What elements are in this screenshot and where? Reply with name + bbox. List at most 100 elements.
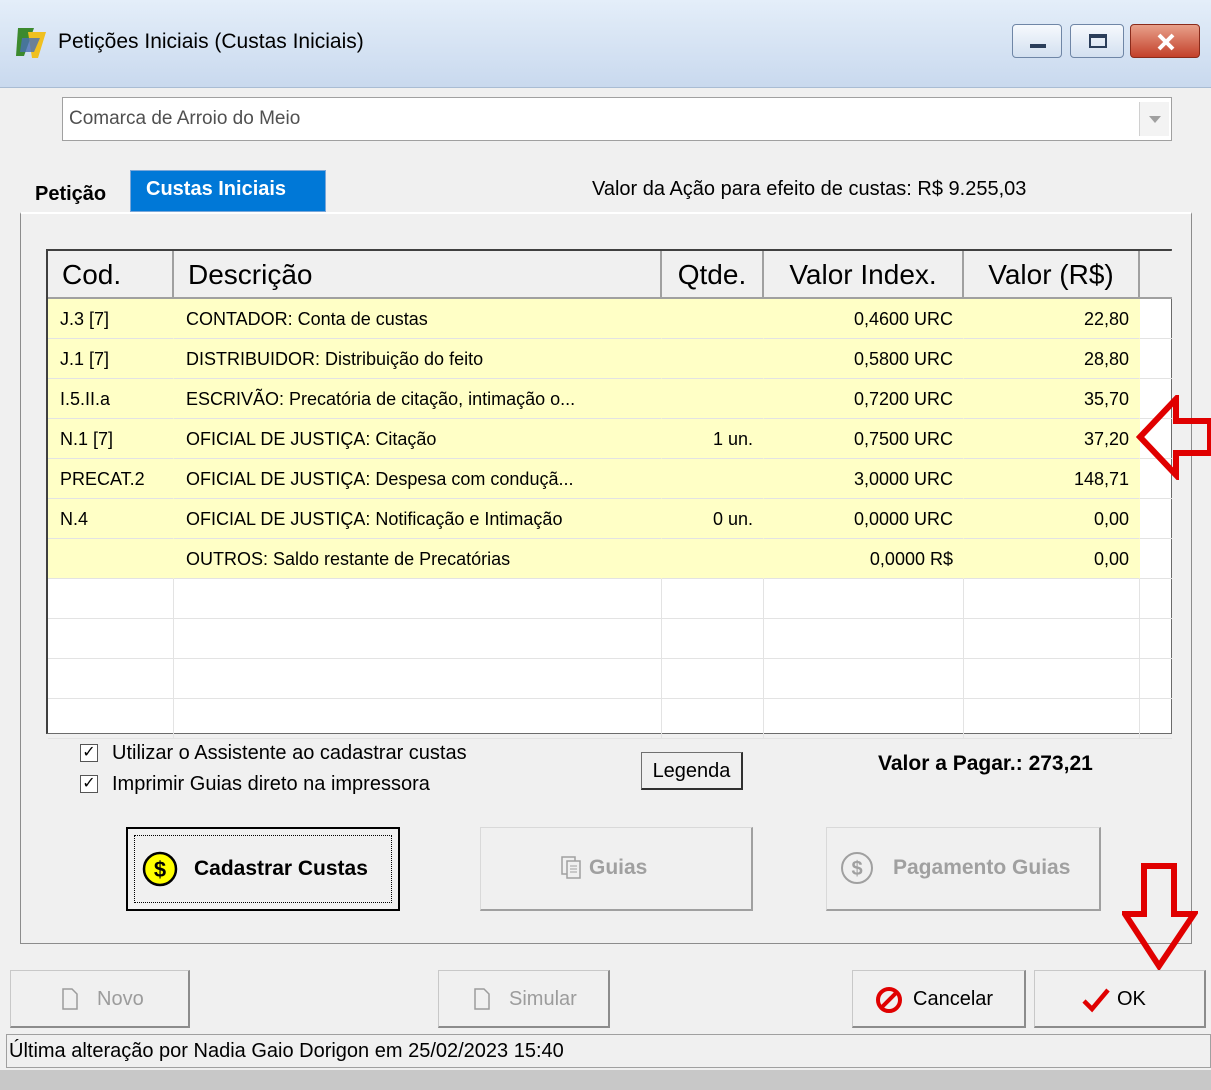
simular-label: Simular xyxy=(509,988,577,1010)
cell-valor: 0,00 xyxy=(964,499,1140,539)
column-header-valor-index[interactable]: Valor Index. xyxy=(764,251,964,299)
tab-custas-iniciais[interactable]: Custas Iniciais xyxy=(130,170,326,212)
novo-label: Novo xyxy=(97,988,144,1010)
cell-cod xyxy=(48,539,174,579)
legenda-button[interactable]: Legenda xyxy=(641,752,743,790)
cell-filler xyxy=(1140,699,1172,739)
cancel-icon xyxy=(876,987,902,1013)
dropdown-button[interactable] xyxy=(1139,102,1169,136)
custas-grid[interactable]: Cod. Descrição Qtde. Valor Index. Valor … xyxy=(46,249,1172,739)
app-icon xyxy=(16,28,46,58)
column-header-qtde[interactable]: Qtde. xyxy=(662,251,764,299)
cell-qtde xyxy=(662,539,764,579)
table-row[interactable] xyxy=(48,579,1172,619)
cell-descricao: OUTROS: Saldo restante de Precatórias xyxy=(174,539,662,579)
cell-qtde xyxy=(662,339,764,379)
cancelar-button[interactable]: Cancelar xyxy=(852,970,1026,1028)
table-row[interactable]: I.5.II.a ESCRIVÃO: Precatória de citação,… xyxy=(48,379,1172,419)
cell-valor-index: 0,0000 R$ xyxy=(764,539,964,579)
cell-valor-index xyxy=(764,659,964,699)
cell-qtde xyxy=(662,379,764,419)
cell-valor-index: 3,0000 URC xyxy=(764,459,964,499)
imprimir-label: Imprimir Guias direto na impressora xyxy=(112,773,430,795)
cadastrar-custas-button[interactable]: $ Cadastrar Custas xyxy=(126,827,400,911)
comarca-select[interactable]: Comarca de Arroio do Meio xyxy=(62,97,1172,141)
cell-valor-index: 0,7200 URC xyxy=(764,379,964,419)
column-header-valor[interactable]: Valor (R$) xyxy=(964,251,1140,299)
check-icon: ✓ xyxy=(82,744,96,761)
novo-button[interactable]: Novo xyxy=(10,970,190,1028)
title-bar[interactable]: Petições Iniciais (Custas Iniciais) xyxy=(0,0,1211,88)
close-button[interactable] xyxy=(1130,24,1200,58)
cancelar-label: Cancelar xyxy=(913,988,994,1010)
window-bottom-edge xyxy=(0,1070,1211,1090)
cell-descricao: OFICIAL DE JUSTIÇA: Citação xyxy=(174,419,662,459)
documents-icon xyxy=(561,856,581,879)
table-row[interactable] xyxy=(48,699,1172,739)
cell-filler xyxy=(1140,659,1172,699)
dollar-coin-icon: $ xyxy=(841,852,873,884)
cell-cod: J.3 [7] xyxy=(48,299,174,339)
cell-valor xyxy=(964,699,1140,739)
cell-valor-index: 0,4600 URC xyxy=(764,299,964,339)
cell-cod: PRECAT.2 xyxy=(48,459,174,499)
guias-label: Guias xyxy=(589,856,648,879)
minimize-button[interactable] xyxy=(1012,24,1062,58)
maximize-button[interactable] xyxy=(1070,24,1124,58)
valor-acao-label: Valor da Ação para efeito de custas: R$ … xyxy=(592,178,1027,200)
assistente-label: Utilizar o Assistente ao cadastrar custa… xyxy=(112,742,467,764)
cell-descricao: ESCRIVÃO: Precatória de citação, intimaç… xyxy=(174,379,662,419)
svg-text:$: $ xyxy=(851,858,862,880)
table-row[interactable]: N.4 OFICIAL DE JUSTIÇA: Notificação e Int… xyxy=(48,499,1172,539)
cell-cod xyxy=(48,579,174,619)
cell-valor: 22,80 xyxy=(964,299,1140,339)
cell-qtde: 0 un. xyxy=(662,499,764,539)
cell-filler xyxy=(1140,339,1172,379)
cell-valor: 148,71 xyxy=(964,459,1140,499)
cell-cod: N.1 [7] xyxy=(48,419,174,459)
assistente-checkbox[interactable]: ✓ xyxy=(80,744,98,762)
table-row[interactable]: N.1 [7] OFICIAL DE JUSTIÇA: Citação 1 un. 0… xyxy=(48,419,1172,459)
cell-valor xyxy=(964,659,1140,699)
cell-descricao: OFICIAL DE JUSTIÇA: Notificação e Intima… xyxy=(174,499,662,539)
table-row[interactable] xyxy=(48,659,1172,699)
cell-qtde xyxy=(662,619,764,659)
simular-button[interactable]: Simular xyxy=(438,970,610,1028)
column-header-cod[interactable]: Cod. xyxy=(48,251,174,299)
document-icon xyxy=(474,988,490,1010)
restore-icon xyxy=(1089,34,1107,48)
cell-valor-index: 0,5800 URC xyxy=(764,339,964,379)
comarca-value: Comarca de Arroio do Meio xyxy=(69,108,301,129)
table-row[interactable]: PRECAT.2 OFICIAL DE JUSTIÇA: Despesa com … xyxy=(48,459,1172,499)
tab-peticao[interactable]: Petição xyxy=(24,172,132,212)
cell-descricao xyxy=(174,579,662,619)
chevron-down-icon xyxy=(1149,116,1161,123)
cell-filler xyxy=(1140,299,1172,339)
table-row[interactable]: J.3 [7] CONTADOR: Conta de custas 0,4600 U… xyxy=(48,299,1172,339)
cell-filler xyxy=(1140,499,1172,539)
cell-descricao: DISTRIBUIDOR: Distribuição do feito xyxy=(174,339,662,379)
cell-valor: 28,80 xyxy=(964,339,1140,379)
table-row[interactable]: J.1 [7] DISTRIBUIDOR: Distribuição do fei… xyxy=(48,339,1172,379)
cell-descricao: OFICIAL DE JUSTIÇA: Despesa com conduçã.… xyxy=(174,459,662,499)
cell-cod: J.1 [7] xyxy=(48,339,174,379)
column-header-descricao[interactable]: Descrição xyxy=(174,251,662,299)
ok-button[interactable]: OK xyxy=(1034,970,1206,1028)
cell-filler xyxy=(1140,619,1172,659)
new-document-icon xyxy=(62,988,78,1010)
table-row[interactable]: OUTROS: Saldo restante de Precatórias 0,0… xyxy=(48,539,1172,579)
cell-qtde xyxy=(662,579,764,619)
cell-valor xyxy=(964,579,1140,619)
pagamento-label: Pagamento Guias xyxy=(893,856,1071,879)
status-bar: Última alteração por Nadia Gaio Dorigon … xyxy=(6,1034,1211,1068)
imprimir-checkbox[interactable]: ✓ xyxy=(80,775,98,793)
cell-filler xyxy=(1140,539,1172,579)
cell-valor: 37,20 xyxy=(964,419,1140,459)
guias-button[interactable]: Guias xyxy=(480,827,753,911)
cell-filler xyxy=(1140,579,1172,619)
pagamento-guias-button[interactable]: $ Pagamento Guias xyxy=(826,827,1101,911)
cell-descricao: CONTADOR: Conta de custas xyxy=(174,299,662,339)
cell-cod: N.4 xyxy=(48,499,174,539)
table-row[interactable] xyxy=(48,619,1172,659)
cell-cod xyxy=(48,619,174,659)
